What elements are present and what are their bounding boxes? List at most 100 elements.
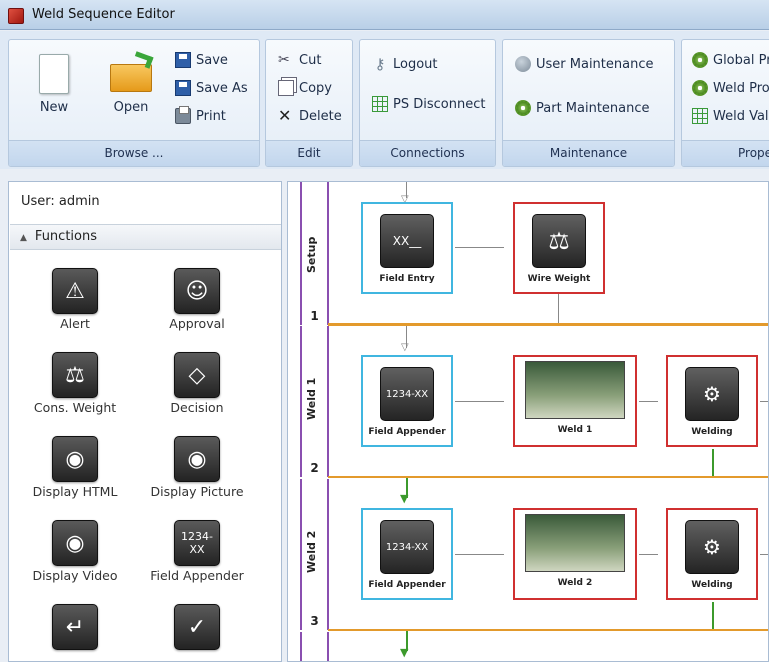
camera-picture-icon: ◉ [174, 436, 220, 482]
tool-label: Field Appender [150, 568, 244, 583]
ribbon-group-label-browse[interactable]: Browse ... [9, 140, 259, 166]
print-button[interactable]: Print [175, 106, 226, 124]
lane-header: Setup 1 [302, 182, 329, 325]
lane-name: Weld 2 [305, 530, 318, 574]
node-welding-2[interactable]: ⚙ Welding [666, 508, 758, 600]
welding-icon: ⚙ [685, 520, 739, 574]
tool-approval[interactable]: ☺ Approval [137, 268, 257, 331]
ribbon-group-label-properties: Proper [682, 140, 769, 166]
user-maintenance-button[interactable]: User Maintenance [515, 56, 653, 72]
logout-button[interactable]: ⚷ Logout [372, 56, 438, 72]
save-as-icon [175, 80, 191, 96]
tool-label: Decision [170, 400, 224, 415]
welding-icon: ⚙ [685, 367, 739, 421]
weld-profile-button[interactable]: Weld Pro [692, 80, 769, 96]
tool-field-appender[interactable]: 1234-XX Field Appender [137, 520, 257, 583]
weld-photo-thumbnail [525, 361, 625, 419]
arrow-down-icon: ▼ [400, 646, 409, 659]
weld-profile-label: Weld Pro [713, 80, 769, 96]
tool-display-picture[interactable]: ◉ Display Picture [137, 436, 257, 499]
arrow-right-icon [657, 396, 665, 406]
camera-html-icon: ◉ [52, 436, 98, 482]
part-maintenance-button[interactable]: Part Maintenance [515, 100, 650, 116]
logout-button-label: Logout [393, 56, 438, 72]
node-field-appender-2[interactable]: 1234-XX Field Appender [361, 508, 453, 600]
decision-icon: ◇ [174, 352, 220, 398]
global-properties-label: Global Pr [713, 52, 769, 68]
tool-cons-weight[interactable]: ⚖ Cons. Weight [15, 352, 135, 415]
swimlane-next [300, 632, 768, 661]
node-label: Weld 2 [557, 578, 593, 588]
ribbon-group-properties: Global Pr Weld Pro Weld Val Proper [681, 39, 769, 167]
tool-alert[interactable]: ⚠ Alert [15, 268, 135, 331]
delete-button[interactable]: ✕ Delete [278, 108, 342, 124]
lane-number: 2 [310, 461, 319, 475]
save-as-button-label: Save As [196, 80, 248, 96]
node-weld-1[interactable]: Weld 1 [513, 355, 637, 447]
copy-button[interactable]: Copy [278, 80, 332, 96]
node-welding-1[interactable]: ⚙ Welding [666, 355, 758, 447]
connector [558, 294, 559, 324]
node-label: Wire Weight [527, 274, 591, 284]
functions-sidebar: User: admin ▲ Functions ⚠ Alert ☺ Approva… [8, 181, 282, 662]
node-wire-weight[interactable]: ⚖ Wire Weight [513, 202, 605, 294]
tool-label: Display HTML [32, 484, 118, 499]
transition-line [328, 476, 768, 478]
cut-button[interactable]: ✂ Cut [278, 52, 321, 68]
functions-header-label: Functions [34, 229, 97, 244]
current-user-label: User: admin [21, 194, 100, 209]
tool-display-html[interactable]: ◉ Display HTML [15, 436, 135, 499]
ribbon-group-edit: ✂ Cut Copy ✕ Delete Edit [265, 39, 353, 167]
transition-line [328, 629, 768, 631]
lane-header: Weld 2 3 [302, 479, 329, 630]
save-button[interactable]: Save [175, 52, 228, 68]
tool-label: Display Picture [150, 484, 244, 499]
users-icon [515, 56, 531, 72]
node-weld-2[interactable]: Weld 2 [513, 508, 637, 600]
scissors-icon: ✂ [278, 52, 290, 68]
delete-x-icon: ✕ [278, 106, 292, 125]
node-field-entry[interactable]: XX__ Field Entry [361, 202, 453, 294]
global-properties-button[interactable]: Global Pr [692, 52, 769, 68]
node-label: Field Appender [368, 580, 446, 590]
node-label: Field Appender [368, 427, 446, 437]
field-entry-icon: XX__ [380, 214, 434, 268]
new-document-icon [39, 54, 69, 94]
lane-header [302, 632, 329, 661]
scale-icon: ⚖ [52, 352, 98, 398]
lane-name: Setup [305, 236, 318, 274]
functions-expander[interactable]: ▲ Functions [10, 224, 281, 250]
gear-icon [692, 80, 708, 96]
print-button-label: Print [196, 108, 226, 124]
copy-icon [278, 80, 294, 96]
open-folder-icon [108, 51, 154, 94]
new-button[interactable]: New [33, 54, 75, 115]
ribbon: New Open Save Save As Print Browse ... ✂… [0, 31, 769, 169]
tool-check[interactable]: ✓ [137, 604, 257, 650]
ribbon-group-label-maintenance: Maintenance [503, 140, 674, 166]
node-field-appender-1[interactable]: 1234-XX Field Appender [361, 355, 453, 447]
tool-field-entry[interactable]: ↵ [15, 604, 135, 650]
connector [760, 401, 768, 402]
tool-decision[interactable]: ◇ Decision [137, 352, 257, 415]
check-icon: ✓ [174, 604, 220, 650]
alert-icon: ⚠ [52, 268, 98, 314]
weld-values-label: Weld Val [713, 108, 769, 124]
open-button[interactable]: Open [101, 51, 161, 115]
ribbon-group-maintenance: User Maintenance Part Maintenance Mainte… [502, 39, 675, 167]
arrow-right-icon [503, 242, 511, 252]
weld-photo-thumbnail [525, 514, 625, 572]
field-appender-icon: 1234-XX [380, 520, 434, 574]
tool-display-video[interactable]: ◉ Display Video [15, 520, 135, 583]
weld-sequence-editor-window: Weld Sequence Editor New Open Save Save … [0, 0, 769, 662]
delete-button-label: Delete [299, 108, 342, 124]
node-label: Field Entry [379, 274, 435, 284]
ps-disconnect-button[interactable]: PS Disconnect [372, 96, 485, 112]
weld-values-button[interactable]: Weld Val [692, 108, 769, 124]
save-as-button[interactable]: Save As [175, 80, 248, 96]
connector [760, 554, 768, 555]
user-maintenance-button-label: User Maintenance [536, 56, 654, 72]
new-button-label: New [39, 100, 69, 115]
logout-icon: ⚷ [374, 55, 386, 73]
sequence-canvas[interactable]: ▽ Setup 1 XX__ Field Entry ⚖ Wire Weight… [287, 181, 769, 662]
